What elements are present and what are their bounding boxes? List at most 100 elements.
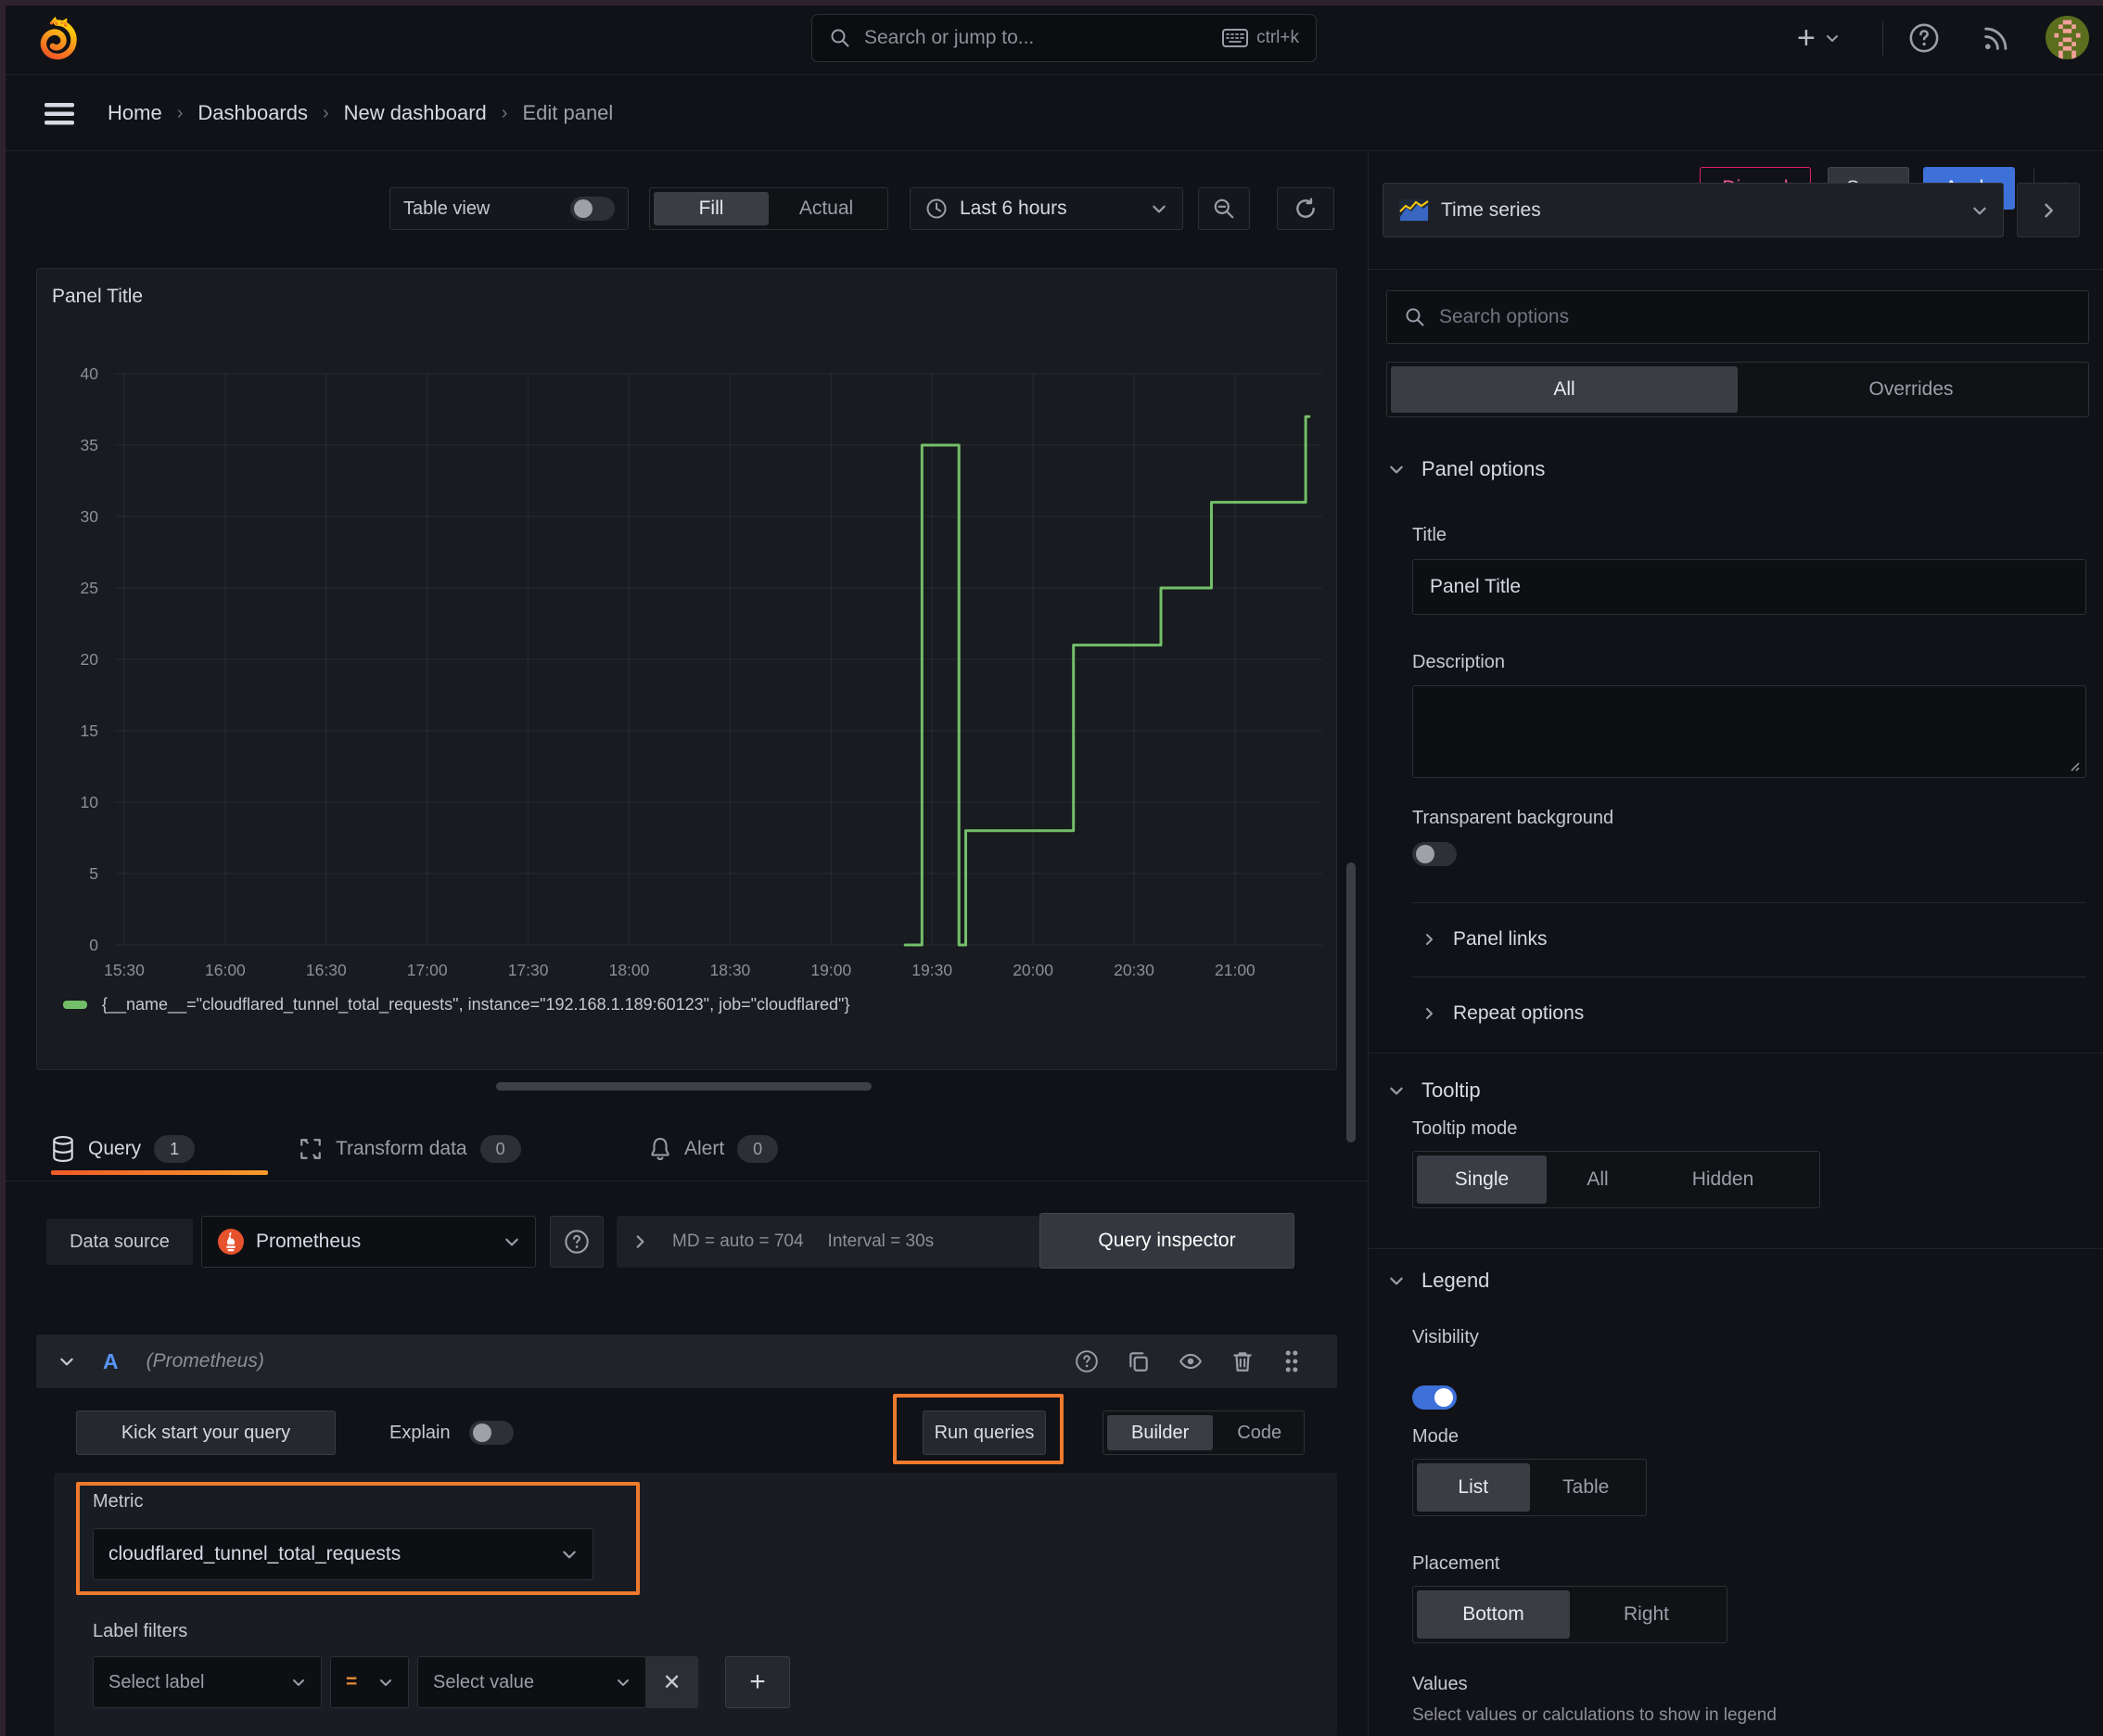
pane-resize-handle[interactable] bbox=[496, 1082, 872, 1091]
svg-text:19:00: 19:00 bbox=[810, 961, 851, 979]
legend-placement-label: Placement bbox=[1412, 1553, 1500, 1574]
chevron-down-icon bbox=[1388, 461, 1405, 478]
chevron-right-icon bbox=[1421, 932, 1436, 947]
chevron-right-icon bbox=[1421, 1006, 1436, 1021]
resize-handle-icon[interactable] bbox=[2067, 759, 2080, 772]
metric-select[interactable]: cloudflared_tunnel_total_requests bbox=[93, 1528, 593, 1580]
chart-legend[interactable]: {__name__="cloudflared_tunnel_total_requ… bbox=[63, 995, 849, 1015]
chevron-right-icon bbox=[2039, 201, 2058, 220]
tooltip-mode-all[interactable]: All bbox=[1547, 1155, 1649, 1204]
zoom-out-icon bbox=[1212, 197, 1236, 221]
select-value-dropdown[interactable]: Select value bbox=[417, 1656, 646, 1708]
legend-mode-label: Mode bbox=[1412, 1426, 1459, 1447]
query-ref-id[interactable]: A bbox=[103, 1349, 119, 1374]
query-inspector-button[interactable]: Query inspector bbox=[1039, 1213, 1294, 1269]
chevron-down-icon bbox=[378, 1675, 393, 1690]
datasource-help-button[interactable] bbox=[550, 1216, 604, 1268]
description-textarea[interactable] bbox=[1412, 685, 2086, 778]
disable-query-eye-icon[interactable] bbox=[1165, 1349, 1217, 1373]
tab-alert[interactable]: Alert 0 bbox=[649, 1118, 779, 1180]
plus-icon: + bbox=[749, 1666, 766, 1697]
user-avatar[interactable] bbox=[2046, 16, 2089, 59]
search-options-input[interactable]: Search options bbox=[1386, 290, 2089, 344]
add-filter-button[interactable]: + bbox=[725, 1656, 790, 1708]
chevron-down-icon bbox=[291, 1675, 306, 1690]
legend-mode-table[interactable]: Table bbox=[1530, 1463, 1643, 1512]
table-view-toggle[interactable] bbox=[570, 197, 615, 221]
collapse-options-button[interactable] bbox=[2017, 183, 2080, 237]
tooltip-header[interactable]: Tooltip bbox=[1388, 1079, 1481, 1103]
remove-filter-button[interactable]: ✕ bbox=[646, 1656, 698, 1708]
svg-text:21:00: 21:00 bbox=[1215, 961, 1255, 979]
time-series-chart[interactable]: 15:30 16:00 16:30 17:00 17:30 18:00 18:30 19:00… bbox=[37, 269, 1338, 1071]
query-count-badge: 1 bbox=[154, 1135, 196, 1163]
all-overrides-tabs: All Overrides bbox=[1386, 362, 2089, 417]
tab-transform-data[interactable]: Transform data 0 bbox=[299, 1118, 521, 1180]
breadcrumb-home[interactable]: Home bbox=[108, 101, 162, 125]
divider bbox=[1412, 976, 2086, 977]
clock-icon bbox=[925, 198, 948, 220]
svg-text:20: 20 bbox=[81, 650, 99, 669]
svg-text:16:30: 16:30 bbox=[306, 961, 347, 979]
tab-overrides[interactable]: Overrides bbox=[1738, 366, 2084, 413]
actual-option[interactable]: Actual bbox=[769, 192, 884, 225]
svg-text:20:30: 20:30 bbox=[1114, 961, 1154, 979]
help-icon[interactable] bbox=[1908, 22, 1940, 54]
breadcrumb-new-dashboard[interactable]: New dashboard bbox=[344, 101, 487, 125]
explain-toggle[interactable] bbox=[468, 1421, 514, 1445]
scrollbar-thumb[interactable] bbox=[1346, 862, 1356, 1142]
chevron-right-icon: › bbox=[323, 102, 329, 123]
panel-options-header[interactable]: Panel options bbox=[1388, 457, 1545, 481]
zoom-out-button[interactable] bbox=[1198, 187, 1250, 230]
svg-text:25: 25 bbox=[81, 579, 98, 597]
run-queries-button[interactable]: Run queries bbox=[923, 1410, 1046, 1455]
divider bbox=[1369, 269, 2103, 270]
legend-placement-right[interactable]: Right bbox=[1570, 1590, 1723, 1639]
breadcrumb: Home › Dashboards › New dashboard › Edit… bbox=[108, 75, 613, 151]
builder-option[interactable]: Builder bbox=[1107, 1415, 1214, 1450]
legend-series-name[interactable]: {__name__="cloudflared_tunnel_total_requ… bbox=[102, 995, 849, 1015]
duplicate-query-icon[interactable] bbox=[1113, 1349, 1165, 1373]
visualization-picker[interactable]: Time series bbox=[1383, 183, 2004, 237]
operator-dropdown[interactable]: = bbox=[330, 1656, 409, 1708]
tooltip-mode-single[interactable]: Single bbox=[1417, 1155, 1547, 1204]
legend-mode-list[interactable]: List bbox=[1417, 1463, 1530, 1512]
delete-query-trash-icon[interactable] bbox=[1217, 1349, 1268, 1373]
transparent-background-toggle[interactable] bbox=[1412, 842, 1457, 866]
chevron-right-icon: › bbox=[176, 102, 184, 123]
chevron-down-icon[interactable] bbox=[58, 1353, 75, 1370]
query-help-icon[interactable] bbox=[1061, 1349, 1113, 1373]
global-search-input[interactable]: Search or jump to... ctrl+k bbox=[811, 14, 1317, 62]
legend-values-hint: Select values or calculations to show in… bbox=[1412, 1705, 1777, 1725]
code-option[interactable]: Code bbox=[1213, 1415, 1306, 1450]
tooltip-mode-hidden[interactable]: Hidden bbox=[1649, 1155, 1797, 1204]
panel-links-section[interactable]: Panel links bbox=[1421, 928, 1548, 951]
query-row-header: A (Prometheus) bbox=[36, 1334, 1337, 1388]
time-range-picker[interactable]: Last 6 hours bbox=[910, 187, 1183, 230]
refresh-button[interactable] bbox=[1277, 187, 1334, 230]
datasource-picker[interactable]: Prometheus bbox=[201, 1216, 536, 1268]
news-icon[interactable] bbox=[1981, 22, 2012, 54]
alert-count-badge: 0 bbox=[737, 1135, 779, 1163]
breadcrumb-dashboards[interactable]: Dashboards bbox=[198, 101, 308, 125]
grafana-edit-panel-page: Search or jump to... ctrl+k + Home › Das… bbox=[0, 0, 2103, 1736]
search-icon bbox=[829, 27, 851, 49]
legend-header[interactable]: Legend bbox=[1388, 1269, 1489, 1293]
label-filters-label: Label filters bbox=[93, 1621, 188, 1641]
title-label: Title bbox=[1412, 525, 1447, 545]
kick-start-query-button[interactable]: Kick start your query bbox=[76, 1410, 336, 1455]
panel-title-input[interactable]: Panel Title bbox=[1412, 559, 2086, 615]
repeat-options-section[interactable]: Repeat options bbox=[1421, 1002, 1584, 1025]
legend-visibility-toggle[interactable] bbox=[1412, 1385, 1457, 1410]
options-sidebar: Time series Search options All Overrides… bbox=[1368, 151, 2103, 1736]
new-dashboard-button[interactable]: + bbox=[1797, 20, 1840, 56]
select-label-dropdown[interactable]: Select label bbox=[93, 1656, 322, 1708]
tab-all[interactable]: All bbox=[1391, 366, 1738, 413]
chevron-right-icon[interactable] bbox=[631, 1233, 648, 1250]
fill-option[interactable]: Fill bbox=[654, 192, 769, 225]
menu-icon[interactable] bbox=[43, 101, 76, 127]
grafana-logo[interactable] bbox=[35, 17, 78, 61]
drag-handle-icon[interactable] bbox=[1268, 1348, 1315, 1374]
legend-placement-bottom[interactable]: Bottom bbox=[1417, 1590, 1570, 1639]
svg-text:10: 10 bbox=[81, 793, 99, 811]
